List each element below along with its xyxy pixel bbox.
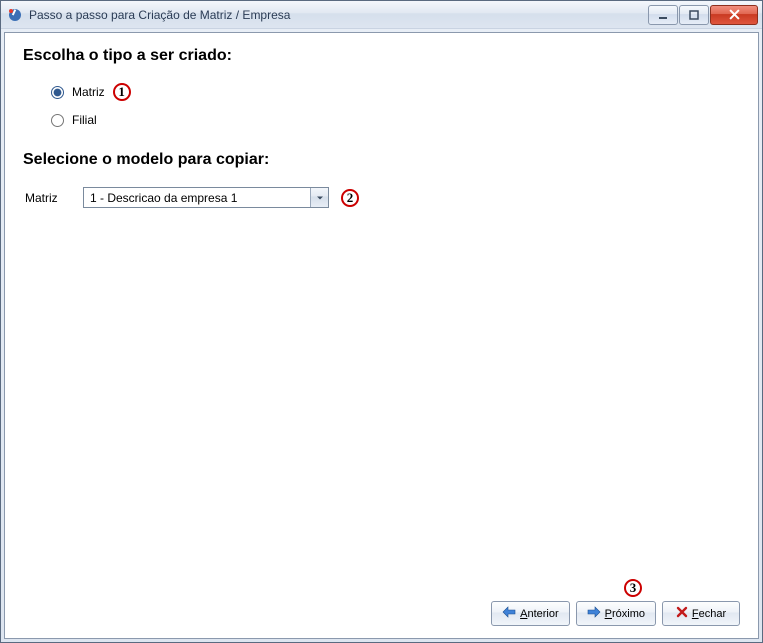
titlebar: Passo a passo para Criação de Matriz / E… — [1, 1, 762, 29]
dialog-window: Passo a passo para Criação de Matriz / E… — [0, 0, 763, 643]
previous-button[interactable]: Anterior — [491, 601, 570, 626]
radio-matriz[interactable]: Matriz 1 — [51, 83, 740, 101]
app-icon — [7, 7, 23, 23]
heading-choose-type: Escolha o tipo a ser criado: — [23, 47, 740, 65]
arrow-left-icon — [502, 606, 516, 621]
callout-3: 3 — [624, 579, 642, 597]
maximize-button[interactable] — [679, 5, 709, 25]
callout-2: 2 — [341, 189, 359, 207]
window-controls — [648, 5, 758, 25]
next-button[interactable]: Próximo — [576, 601, 656, 626]
radio-matriz-input[interactable] — [51, 86, 64, 99]
content: Escolha o tipo a ser criado: Matriz 1 Fi… — [23, 47, 740, 593]
close-button[interactable]: Fechar — [662, 601, 740, 626]
model-row: Matriz 1 - Descricao da empresa 1 2 — [25, 187, 740, 208]
model-field-label: Matriz — [25, 191, 75, 205]
client-area: Escolha o tipo a ser criado: Matriz 1 Fi… — [4, 32, 759, 639]
footer: 3 Anterior Próximo Fechar — [23, 593, 740, 626]
arrow-right-icon — [587, 606, 601, 621]
previous-button-label: Anterior — [520, 608, 559, 620]
next-button-label: Próximo — [605, 608, 645, 620]
close-icon — [676, 606, 688, 621]
callout-1: 1 — [113, 83, 131, 101]
close-button-label: Fechar — [692, 608, 726, 620]
matriz-combobox[interactable]: 1 - Descricao da empresa 1 — [83, 187, 329, 208]
window-title: Passo a passo para Criação de Matriz / E… — [29, 8, 648, 22]
matriz-combobox-value: 1 - Descricao da empresa 1 — [84, 188, 310, 207]
radio-filial-input[interactable] — [51, 114, 64, 127]
chevron-down-icon[interactable] — [310, 188, 328, 207]
close-window-button[interactable] — [710, 5, 758, 25]
heading-select-model: Selecione o modelo para copiar: — [23, 151, 740, 169]
radio-filial-label: Filial — [72, 113, 97, 127]
radio-matriz-label: Matriz — [72, 85, 105, 99]
radio-filial[interactable]: Filial — [51, 113, 740, 127]
minimize-button[interactable] — [648, 5, 678, 25]
